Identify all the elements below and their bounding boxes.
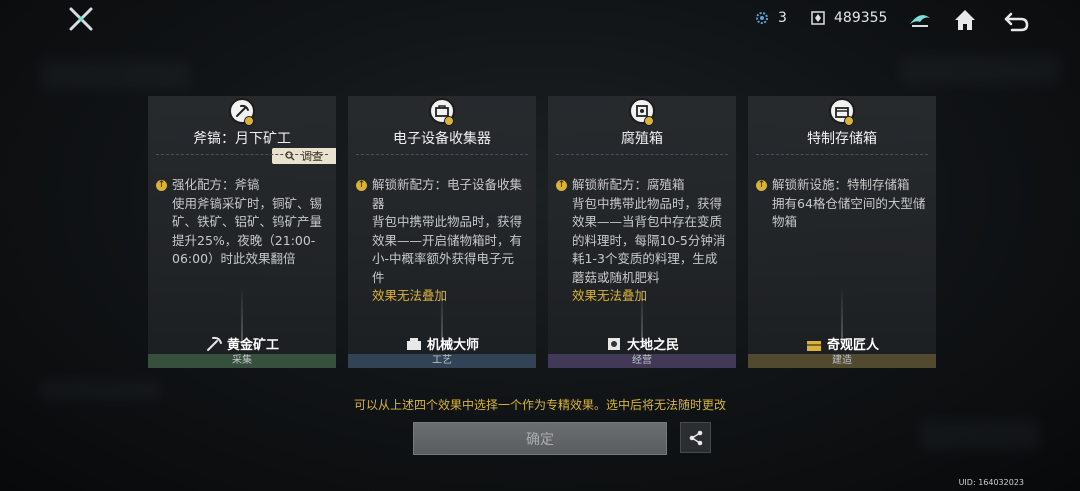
card-skill: 大地之民	[548, 334, 736, 353]
effect-card-humus-box[interactable]: 腐殖箱 ↑ 解锁新配方：腐殖箱 背包中携带此物品时，获得效果——当背包中存在变质…	[548, 96, 736, 368]
back-icon[interactable]	[1002, 6, 1030, 34]
card-text: 拥有64格仓储空间的大型储物箱	[772, 195, 926, 230]
uid-label: UID: 164032023	[958, 478, 1024, 487]
card-skill: 机械大师	[348, 334, 536, 353]
storage-box-icon	[806, 340, 821, 351]
share-icon	[689, 430, 702, 445]
skill-name: 奇观匠人	[826, 338, 879, 353]
unlock-badge-icon	[644, 116, 654, 126]
device-collector-icon	[406, 337, 421, 350]
card-divider	[756, 154, 928, 155]
inspect-label: 调查	[301, 150, 323, 163]
top-bar: 3 489355	[0, 0, 1080, 40]
effect-card-moon-miner[interactable]: 斧镐：月下矿工 调查 ↑ 强化配方：斧镐 使用斧镐采矿时，铜矿、锡矿、铁矿、铝矿…	[148, 96, 336, 368]
upgrade-badge-icon	[244, 116, 254, 126]
card-title: 特制存储箱	[807, 131, 877, 147]
info-bullet-icon: ↑	[356, 180, 367, 191]
card-head: 解锁新设施：特制存储箱	[772, 177, 910, 192]
gear-resource-icon	[756, 12, 768, 24]
card-category: 采集	[148, 354, 336, 368]
crystal-currency-icon	[811, 11, 825, 25]
card-head: 解锁新配方：腐殖箱	[572, 177, 685, 192]
resource-2-value: 489355	[834, 10, 888, 26]
card-title: 腐殖箱	[621, 131, 663, 147]
card-text: 背包中携带此物品时，获得效果——当背包中存在变质的料理时，每隔10-5分钟消耗1…	[572, 195, 726, 285]
card-body: ↑ 解锁新设施：特制存储箱 拥有64格仓储空间的大型储物箱	[756, 176, 926, 232]
card-category: 建造	[748, 354, 936, 368]
humus-box-icon	[607, 337, 620, 350]
card-divider	[156, 154, 328, 155]
emblem-icon[interactable]	[906, 6, 934, 34]
card-category: 工艺	[348, 354, 536, 368]
skill-name: 黄金矿工	[226, 338, 279, 353]
card-skill: 奇观匠人	[748, 334, 936, 353]
resource-1-value: 3	[778, 10, 787, 26]
selection-hint: 可以从上述四个效果中选择一个作为专精效果。选中后将无法随时更改	[353, 398, 726, 412]
confirm-button[interactable]: 确定	[413, 422, 667, 455]
unlock-badge-icon	[444, 116, 454, 126]
effect-cards: 斧镐：月下矿工 调查 ↑ 强化配方：斧镐 使用斧镐采矿时，铜矿、锡矿、铁矿、铝矿…	[148, 96, 938, 368]
skill-name: 大地之民	[626, 338, 679, 353]
home-icon[interactable]	[951, 6, 979, 34]
share-button[interactable]	[680, 422, 711, 453]
card-text: 背包中携带此物品时，获得效果——开启储物箱时，有小-中概率额外获得电子元件	[372, 214, 523, 285]
card-text: 使用斧镐采矿时，铜矿、锡矿、铁矿、铝矿、钨矿产量提升25%，夜晚（21:00-0…	[172, 195, 323, 267]
unlock-badge-icon	[844, 116, 854, 126]
crossed-swords-logo-icon[interactable]	[68, 6, 94, 32]
pickaxe-icon	[206, 336, 222, 351]
info-bullet-icon: ↑	[156, 180, 167, 191]
magnifier-icon	[285, 151, 295, 161]
resource-1: 3	[754, 10, 787, 26]
card-head: 解锁新配方：电子设备收集器	[372, 177, 523, 211]
card-divider	[556, 154, 728, 155]
info-bullet-icon: ↑	[756, 180, 767, 191]
card-title: 电子设备收集器	[393, 131, 491, 147]
effect-card-device-collector[interactable]: 电子设备收集器 ↑ 解锁新配方：电子设备收集器 背包中携带此物品时，获得效果——…	[348, 96, 536, 368]
skill-name: 机械大师	[426, 338, 479, 353]
effect-card-storage-box[interactable]: 特制存储箱 ↑ 解锁新设施：特制存储箱 拥有64格仓储空间的大型储物箱 奇观匠人…	[748, 96, 936, 368]
card-divider	[356, 154, 528, 155]
card-head: 强化配方：斧镐	[172, 177, 260, 192]
card-body: ↑ 强化配方：斧镐 使用斧镐采矿时，铜矿、锡矿、铁矿、铝矿、钨矿产量提升25%，…	[156, 176, 326, 269]
inspect-button[interactable]: 调查	[272, 148, 336, 164]
info-bullet-icon: ↑	[556, 180, 567, 191]
card-category: 经营	[548, 354, 736, 368]
resource-2: 489355	[810, 10, 887, 26]
card-skill: 黄金矿工	[148, 334, 336, 353]
card-title: 斧镐：月下矿工	[193, 131, 291, 147]
